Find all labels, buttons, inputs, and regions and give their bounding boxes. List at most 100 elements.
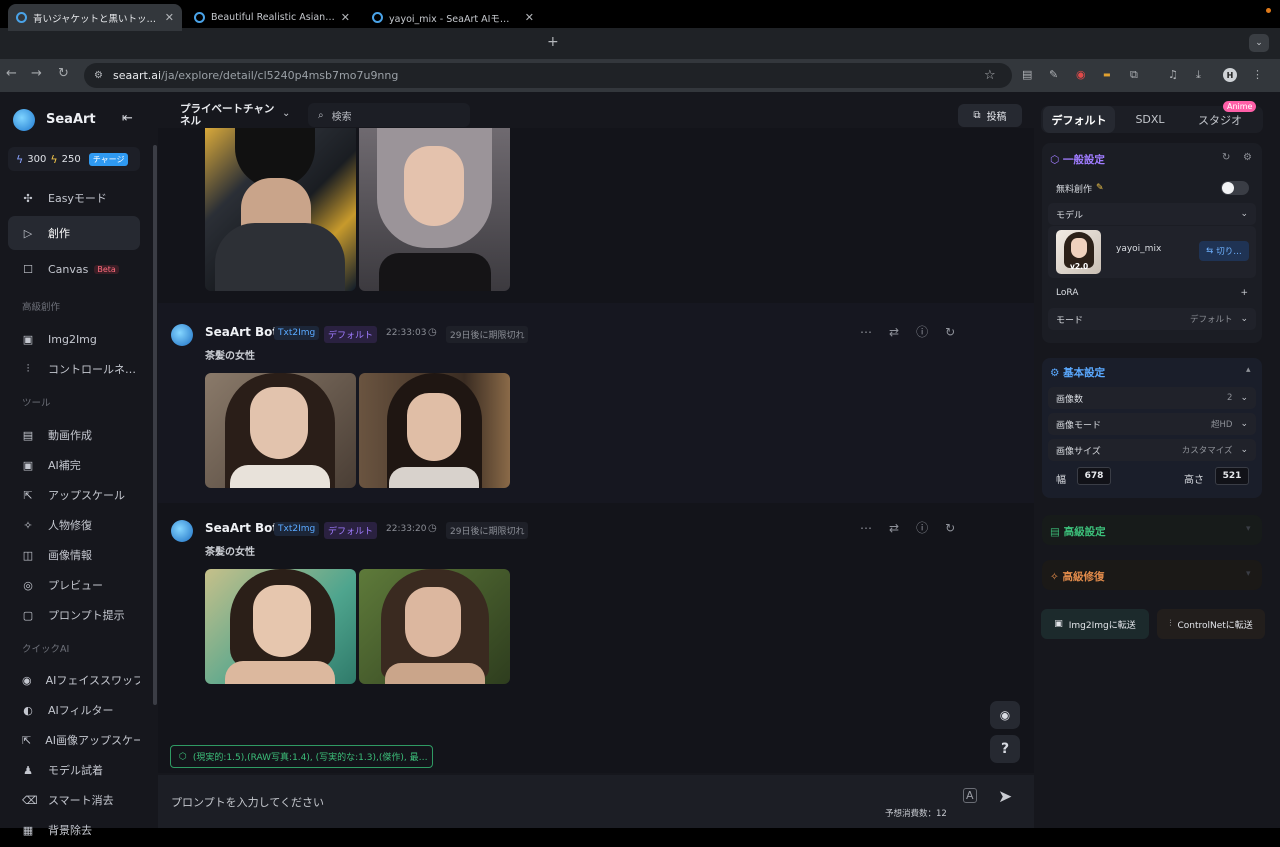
chevron-down-icon[interactable]: ▾ bbox=[1246, 524, 1251, 534]
advanced-settings-title[interactable]: ▤ 高級設定 bbox=[1050, 524, 1106, 539]
chevron-down-icon[interactable]: ⌄ bbox=[1240, 419, 1248, 429]
channel-selector[interactable]: プライベートチャンネル bbox=[180, 103, 280, 127]
chevron-down-icon[interactable]: ⌄ bbox=[282, 108, 290, 119]
browser-tab-1[interactable]: 青いジャケットと黒いトップスを… ✕ bbox=[8, 4, 182, 31]
sidebar-item-bg-remove[interactable]: ▦ 背景除去 bbox=[8, 813, 140, 847]
mode-row[interactable]: モード デフォルト ⌄ bbox=[1048, 308, 1256, 330]
sidebar-item-try-on[interactable]: ♟ モデル試着 bbox=[8, 753, 140, 787]
record-extension-icon[interactable]: ◉ bbox=[1076, 68, 1086, 81]
back-arrow-icon[interactable]: ← bbox=[6, 66, 17, 81]
close-tab-icon[interactable]: ✕ bbox=[525, 11, 534, 24]
img2img-transfer-button[interactable]: ▣ Img2Imgに転送 bbox=[1041, 609, 1149, 639]
advanced-repair-title[interactable]: ✧ 高級修復 bbox=[1050, 569, 1104, 584]
tab-default[interactable]: デフォルト bbox=[1043, 106, 1115, 133]
chevron-down-icon[interactable]: ⌄ bbox=[1240, 445, 1248, 455]
collapse-sidebar-icon[interactable]: ⇤ bbox=[122, 111, 133, 126]
forward-arrow-icon[interactable]: → bbox=[31, 66, 42, 81]
chevron-up-icon[interactable]: ▴ bbox=[1246, 365, 1251, 375]
sidebar-item-ai-complete[interactable]: ▣ AI補完 bbox=[8, 448, 140, 482]
faceswap-icon: ◉ bbox=[22, 673, 32, 687]
media-controls-icon[interactable]: ♫ bbox=[1168, 68, 1178, 81]
sidebar-item-video[interactable]: ▤ 動画作成 bbox=[8, 418, 140, 452]
general-settings-title[interactable]: ⬡ 一般設定 bbox=[1050, 152, 1105, 167]
puzzle-extension-icon[interactable]: ⧉ bbox=[1130, 68, 1138, 82]
eye-icon[interactable]: ◉ bbox=[990, 701, 1020, 729]
image-mode-row[interactable]: 画像モード 超HD ⌄ bbox=[1048, 413, 1256, 435]
sidebar-item-filter[interactable]: ◐ AIフィルター bbox=[8, 693, 140, 727]
translate-icon[interactable]: ⇄ bbox=[889, 521, 916, 535]
charge-button[interactable]: チャージ bbox=[88, 152, 129, 166]
translate-icon[interactable]: ⇄ bbox=[889, 325, 916, 339]
gear-icon[interactable]: ⚙ bbox=[1243, 152, 1252, 163]
sidebar-item-controlnet[interactable]: ⫶ コントロールネ… bbox=[8, 352, 140, 386]
generated-image[interactable] bbox=[205, 569, 356, 684]
free-create-toggle[interactable] bbox=[1221, 181, 1249, 195]
ext-badge-icon[interactable]: ▬ bbox=[1103, 70, 1111, 79]
regenerate-icon[interactable]: ↻ bbox=[945, 325, 972, 339]
post-button[interactable]: ⧉ 投稿 bbox=[958, 104, 1022, 127]
chevron-down-icon[interactable]: ▾ bbox=[1246, 569, 1251, 579]
tab-search-chevron-icon[interactable]: ⌄ bbox=[1249, 34, 1269, 52]
model-row[interactable]: モデル ⌄ bbox=[1048, 203, 1256, 225]
controlnet-transfer-button[interactable]: ⫶ ControlNetに転送 bbox=[1157, 609, 1265, 639]
sidebar-item-smart-erase[interactable]: ⌫ スマート消去 bbox=[8, 783, 140, 817]
generated-image[interactable] bbox=[205, 128, 356, 291]
ai-upscaler-icon: ⇱ bbox=[22, 733, 32, 747]
info-icon[interactable]: ⓘ bbox=[916, 325, 945, 339]
close-tab-icon[interactable]: ✕ bbox=[341, 11, 350, 24]
sidebar-scrollbar[interactable] bbox=[153, 145, 157, 705]
image-count-row[interactable]: 画像数 2 ⌄ bbox=[1048, 387, 1256, 409]
more-icon[interactable]: ⋯ bbox=[860, 325, 889, 339]
height-input[interactable]: 521 bbox=[1215, 467, 1249, 485]
extension-1-icon[interactable]: ▤ bbox=[1022, 68, 1032, 81]
sidebar-item-faceswap[interactable]: ◉ AIフェイススワップ bbox=[8, 663, 140, 697]
switch-model-button[interactable]: ⇆ 切り… bbox=[1199, 241, 1249, 261]
chevron-down-icon[interactable]: ⌄ bbox=[1240, 393, 1248, 403]
site-settings-icon[interactable]: ⚙ bbox=[94, 70, 103, 81]
translate-icon[interactable]: A bbox=[963, 788, 977, 803]
sidebar-item-canvas[interactable]: ☐ Canvas Beta bbox=[8, 252, 140, 286]
send-icon[interactable]: ➤ bbox=[998, 787, 1012, 807]
browser-menu-icon[interactable]: ⋮ bbox=[1252, 68, 1263, 81]
chevron-down-icon[interactable]: ⌄ bbox=[1240, 209, 1248, 219]
download-icon[interactable]: ⤓ bbox=[1196, 68, 1201, 82]
reset-icon[interactable]: ↻ bbox=[1222, 152, 1230, 163]
more-icon[interactable]: ⋯ bbox=[860, 521, 889, 535]
pen-extension-icon[interactable]: ✎ bbox=[1049, 68, 1058, 81]
image-size-row[interactable]: 画像サイズ カスタマイズ ⌄ bbox=[1048, 439, 1256, 461]
sidebar-item-ai-upscaler[interactable]: ⇱AI画像アップスケーラ bbox=[8, 723, 140, 757]
sidebar-item-upscale[interactable]: ⇱ アップスケール bbox=[8, 478, 140, 512]
sidebar-item-image-info[interactable]: ◫ 画像情報 bbox=[8, 538, 140, 572]
chevron-down-icon[interactable]: ⌄ bbox=[1240, 314, 1248, 324]
browser-tab-3[interactable]: yayoi_mix - SeaArt AIモデル ✕ bbox=[364, 4, 542, 31]
new-tab-button[interactable]: + bbox=[547, 34, 559, 50]
sidebar-item-easy-mode[interactable]: ✣ Easyモード bbox=[8, 181, 140, 215]
close-tab-icon[interactable]: ✕ bbox=[165, 11, 174, 24]
add-lora-icon[interactable]: + bbox=[1240, 288, 1248, 298]
profile-avatar[interactable]: H bbox=[1223, 68, 1237, 82]
bookmark-star-icon[interactable]: ☆ bbox=[984, 68, 996, 83]
sidebar-item-create[interactable]: ▷ 創作 bbox=[8, 216, 140, 250]
generated-image[interactable] bbox=[359, 373, 510, 488]
regenerate-icon[interactable]: ↻ bbox=[945, 521, 972, 535]
browser-tab-2[interactable]: Beautiful Realistic Asians - Se… ✕ bbox=[186, 4, 358, 31]
width-input[interactable]: 678 bbox=[1077, 467, 1111, 485]
info-icon[interactable]: ⓘ bbox=[916, 521, 945, 535]
prompt-suggestion-chip[interactable]: ⬡ (現実的:1.5),(RAW写真:1.4), (写実的な:1.3),(傑作)… bbox=[170, 745, 433, 768]
sidebar-item-preview[interactable]: ◎ プレビュー bbox=[8, 568, 140, 602]
generated-image[interactable] bbox=[359, 569, 510, 684]
list-icon: ▤ bbox=[1050, 526, 1060, 538]
model-thumbnail[interactable]: v2.0 bbox=[1056, 230, 1101, 274]
help-button[interactable]: ? bbox=[990, 735, 1020, 763]
filter-icon: ◐ bbox=[23, 703, 33, 717]
tab-sdxl[interactable]: SDXL bbox=[1117, 106, 1183, 133]
basic-settings-title[interactable]: ⚙ 基本設定 bbox=[1050, 365, 1105, 380]
generated-image[interactable] bbox=[205, 373, 356, 488]
generated-image[interactable] bbox=[359, 128, 510, 291]
sidebar-item-img2img[interactable]: ▣ Img2Img bbox=[8, 322, 140, 356]
sidebar-item-prompt-hint[interactable]: ▢ プロンプト提示 bbox=[8, 598, 140, 632]
sidebar-item-face-fix[interactable]: ✧ 人物修復 bbox=[8, 508, 140, 542]
reload-icon[interactable]: ↻ bbox=[58, 66, 69, 81]
url-bar[interactable]: ⚙ seaart.ai/ja/explore/detail/cl5240p4ms… bbox=[84, 63, 1012, 88]
search-input[interactable]: ⌕ 検索 bbox=[308, 103, 470, 127]
